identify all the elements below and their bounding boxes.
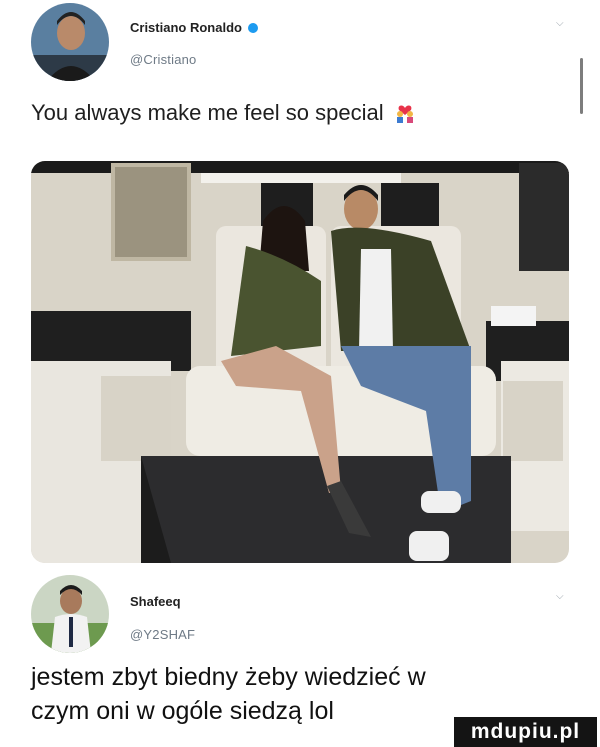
author-handle[interactable]: @Cristiano xyxy=(130,52,197,67)
scrollbar[interactable] xyxy=(580,58,583,114)
reply-author-avatar[interactable] xyxy=(31,575,109,653)
reply-text-line-1: jestem zbyt biedny żeby wiedzieć w xyxy=(31,663,426,691)
verified-badge-icon xyxy=(247,22,258,33)
author-name-text: Cristiano Ronaldo xyxy=(130,20,242,35)
reply-author-name[interactable]: Shafeeq xyxy=(130,594,181,609)
tweet-text-content: You always make me feel so special xyxy=(31,100,384,125)
reply-text-line-2: czym oni w ogóle siedzą lol xyxy=(31,697,334,725)
reply-chevron-down-icon[interactable]: ⌵ xyxy=(556,591,564,602)
couple-with-heart-icon xyxy=(394,101,416,123)
author-name[interactable]: Cristiano Ronaldo xyxy=(130,20,258,35)
watermark-logo: mdupiu.pl xyxy=(454,717,597,747)
reply-text: jestem zbyt biedny żeby wiedzieć w czym … xyxy=(31,660,426,728)
chevron-down-icon[interactable]: ⌵ xyxy=(556,18,564,29)
tweet-photo[interactable] xyxy=(31,161,569,563)
author-avatar[interactable] xyxy=(31,3,109,81)
reply-author-handle[interactable]: @Y2SHAF xyxy=(130,627,195,642)
tweet-text: You always make me feel so special xyxy=(31,100,416,126)
